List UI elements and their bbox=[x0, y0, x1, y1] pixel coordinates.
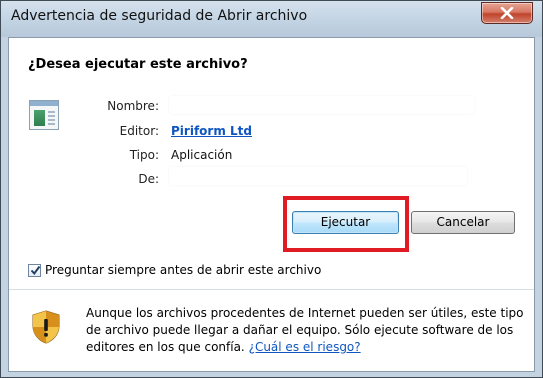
type-value: Aplicación bbox=[171, 148, 233, 162]
from-value bbox=[169, 167, 467, 185]
name-label: Nombre: bbox=[107, 99, 159, 113]
risk-link[interactable]: ¿Cuál es el riesgo? bbox=[249, 340, 361, 354]
separator bbox=[9, 289, 534, 290]
always-ask-label[interactable]: Preguntar siempre antes de abrir este ar… bbox=[45, 263, 321, 277]
cancel-button[interactable]: Cancelar bbox=[411, 211, 515, 234]
publisher-link[interactable]: Piriform Ltd bbox=[171, 124, 252, 138]
security-shield-icon bbox=[32, 310, 60, 344]
title-bar[interactable]: Advertencia de seguridad de Abrir archiv… bbox=[1, 1, 542, 37]
warning-message: Aunque los archivos procedentes de Inter… bbox=[86, 305, 526, 356]
close-x-icon bbox=[500, 7, 514, 19]
run-button[interactable]: Ejecutar bbox=[292, 211, 399, 234]
name-value bbox=[169, 96, 474, 114]
window-title: Advertencia de seguridad de Abrir archiv… bbox=[11, 8, 308, 24]
checkmark-icon bbox=[30, 265, 41, 276]
always-ask-checkbox[interactable] bbox=[28, 264, 41, 277]
dialog-question: ¿Desea ejecutar este archivo? bbox=[28, 57, 248, 72]
from-label: De: bbox=[138, 172, 159, 186]
publisher-label: Editor: bbox=[119, 124, 159, 138]
close-button[interactable] bbox=[481, 2, 533, 24]
executable-file-icon bbox=[29, 100, 59, 130]
type-label: Tipo: bbox=[129, 148, 159, 162]
security-warning-dialog: Advertencia de seguridad de Abrir archiv… bbox=[0, 0, 543, 378]
dialog-content: ¿Desea ejecutar este archivo? Nombre: Ed… bbox=[8, 37, 535, 372]
